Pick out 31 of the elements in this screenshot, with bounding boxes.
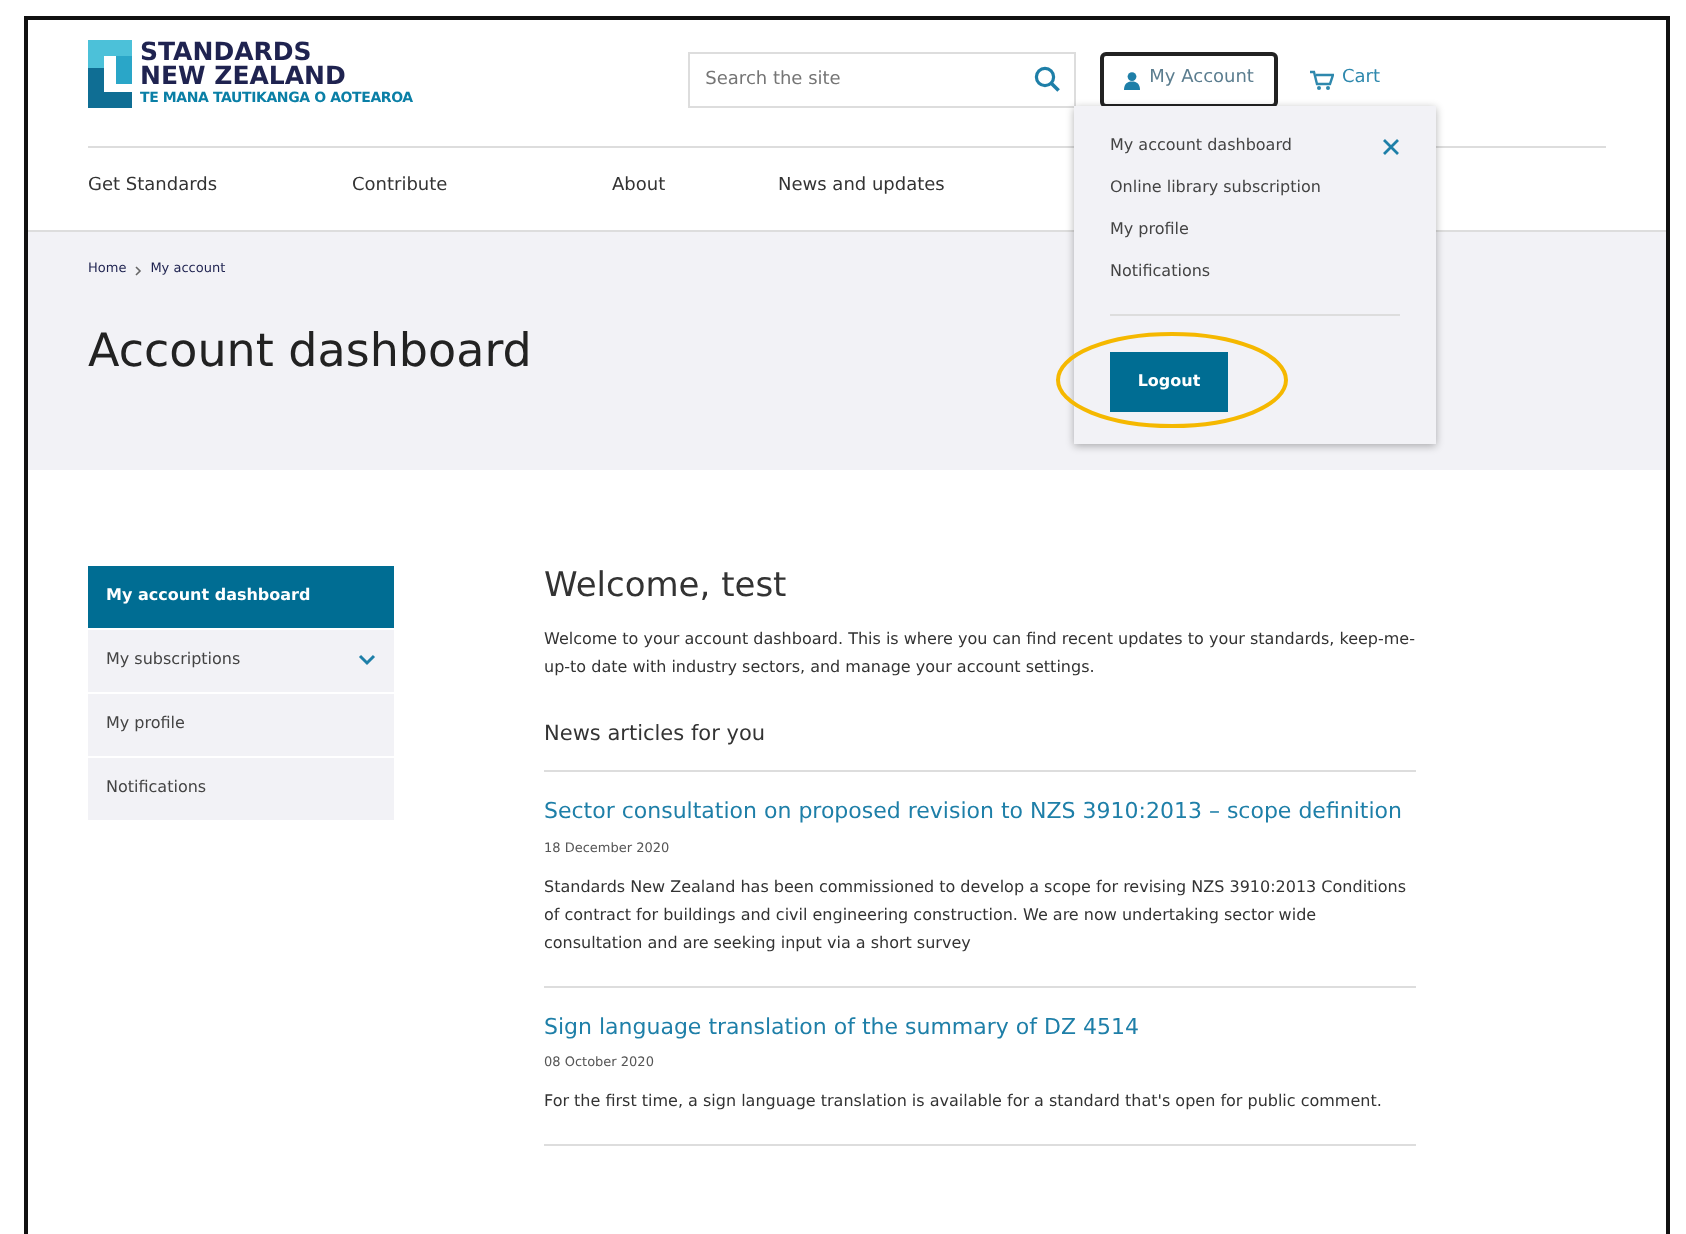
chevron-icon <box>134 266 143 277</box>
cart-link[interactable]: Cart <box>1309 66 1380 94</box>
nav-link-item[interactable]: Contribute <box>352 174 612 202</box>
logo-text: NEW ZEALAND <box>140 64 348 88</box>
article-summary: For the first time, a sign language translation is available for a standard that's open for public comment. <box>544 1089 1384 1114</box>
article-title-link[interactable]: Sector consultation on proposed revision to NZS 3910:2013 – scope definition <box>544 796 1416 830</box>
article-summary: Standards New Zealand has been commissioned to develop a scope for revising NZS 3910:2013 Conditions of contract for buildings and civil engineering construction. We are now undertaking sector wide consultation and are seeking input via a short survey <box>544 875 1409 956</box>
welcome-text: Welcome to your account dashboard. This is where you can find recent updates to your standards, keep-me-up-to date with industry sectors, and manage your account settings. <box>544 627 1416 680</box>
menu-item[interactable]: My account dashboard <box>1110 134 1321 158</box>
cart-icon <box>1309 70 1334 90</box>
article-title-link[interactable]: Sign language translation of the summary of DZ 4514 <box>544 1011 1416 1045</box>
sidebar-item[interactable]: My subscriptions <box>88 629 394 693</box>
nav-link-item[interactable]: Get Standards <box>88 174 352 202</box>
nav-link-item[interactable]: About <box>612 174 778 202</box>
sidebar-item[interactable]: My account dashboard <box>88 565 394 629</box>
close-icon[interactable] <box>1382 138 1400 156</box>
menu-item[interactable]: My profile <box>1110 218 1321 242</box>
sidebar-item[interactable]: Notifications <box>88 757 394 821</box>
logo-text: STANDARDS <box>140 40 312 64</box>
welcome-heading: Welcome, test <box>544 565 789 606</box>
menu-item[interactable]: Notifications <box>1110 260 1321 284</box>
menu-item[interactable]: Online library subscription <box>1110 176 1321 200</box>
nav-link-item[interactable]: News and updates <box>778 174 1018 202</box>
my-account-button[interactable]: My Account <box>1099 52 1278 108</box>
sidebar-item[interactable]: My profile <box>88 693 394 757</box>
person-icon <box>1123 71 1140 89</box>
logo-icon <box>88 40 132 108</box>
search-icon <box>1033 66 1060 92</box>
logout-button[interactable]: Logout <box>1110 352 1228 412</box>
search-field[interactable]: Search the site <box>687 52 1076 108</box>
news-heading: News articles for you <box>544 721 768 747</box>
